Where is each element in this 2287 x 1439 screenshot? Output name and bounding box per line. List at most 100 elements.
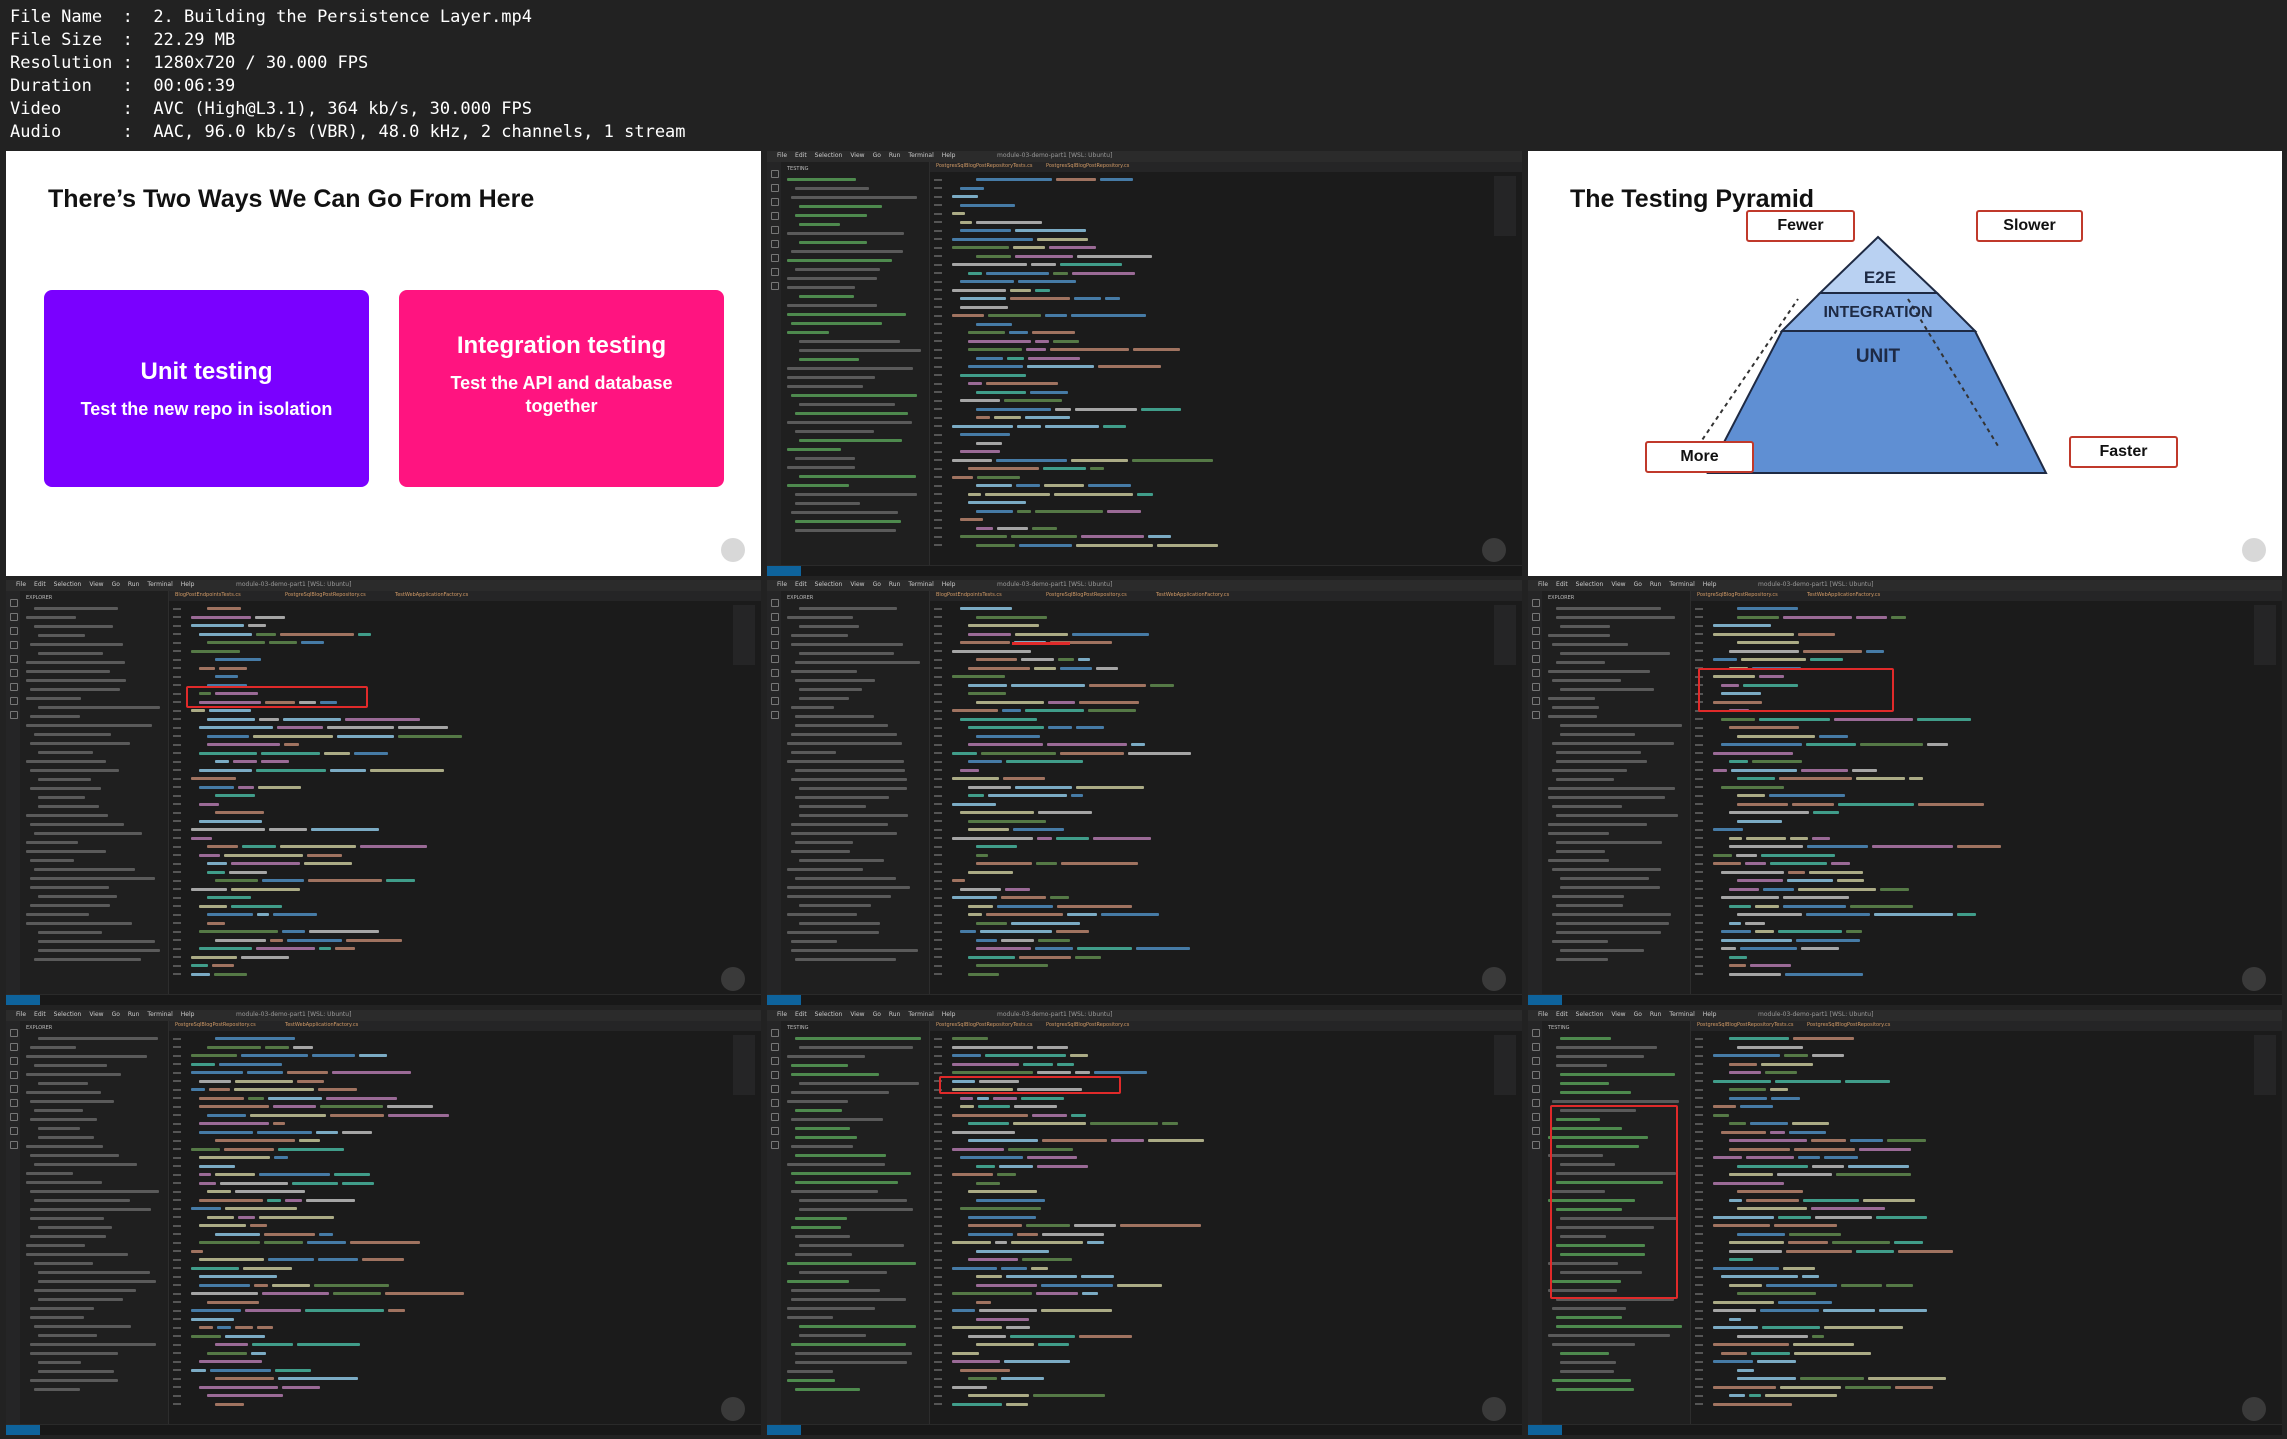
sidebar-tree-item[interactable] (1560, 724, 1682, 727)
sidebar-tree-item[interactable] (34, 832, 142, 835)
sidebar-tree-item[interactable] (795, 1037, 921, 1040)
menu-item[interactable]: Run (1650, 1011, 1662, 1018)
sidebar-tree-item[interactable] (1548, 1334, 1670, 1337)
sidebar-tree-item[interactable] (34, 1163, 137, 1166)
sidebar-tree-item[interactable] (26, 1253, 128, 1256)
remote-indicator[interactable] (6, 995, 40, 1005)
sidebar-tree-item[interactable] (38, 1037, 158, 1040)
activity-icon[interactable] (10, 655, 18, 663)
sidebar-tree-item[interactable] (795, 724, 888, 727)
sidebar-tree-item[interactable] (30, 823, 124, 826)
sidebar-tree-item[interactable] (791, 1226, 841, 1229)
minimap[interactable] (1494, 176, 1516, 236)
sidebar-tree-item[interactable] (791, 751, 836, 754)
sidebar-tree-item[interactable] (795, 1109, 842, 1112)
sidebar-tree-item[interactable] (30, 1154, 119, 1157)
thumbnail-slide-two-ways[interactable]: There’s Two Ways We Can Go From Here Uni… (6, 151, 761, 576)
sidebar-tree-item[interactable] (26, 760, 106, 763)
activity-icon[interactable] (1532, 1085, 1540, 1093)
sidebar-tree-item[interactable] (787, 448, 841, 451)
editor-tab[interactable]: PostgreSqlBlogPostRepository.cs (1046, 592, 1127, 600)
code-editor[interactable]: PostgreSqlBlogPostRepository.cs TestWebAp… (1691, 591, 2282, 995)
menu-item[interactable]: Go (873, 152, 881, 159)
sidebar-tree-item[interactable] (1552, 679, 1621, 682)
activity-icon[interactable] (771, 1127, 779, 1135)
sidebar-tree-item[interactable] (1560, 1082, 1609, 1085)
sidebar-tree-item[interactable] (1552, 1343, 1635, 1346)
activity-icon[interactable] (10, 1085, 18, 1093)
sidebar-tree-item[interactable] (799, 1082, 919, 1085)
activity-icon[interactable] (10, 1071, 18, 1079)
sidebar-tree-item[interactable] (38, 1280, 156, 1283)
sidebar-tree-item[interactable] (26, 850, 106, 853)
sidebar-tree-item[interactable] (30, 742, 130, 745)
menu-item[interactable]: Edit (1556, 581, 1568, 588)
sidebar-tree-item[interactable] (26, 1055, 147, 1058)
sidebar-tree-item[interactable] (34, 958, 141, 961)
menu-item[interactable]: Help (181, 1011, 195, 1018)
editor-tab[interactable]: PostgresSqlBlogPostRepository.cs (1046, 1022, 1129, 1030)
sidebar-tree-item[interactable] (795, 769, 905, 772)
sidebar-tree-item[interactable] (795, 214, 867, 217)
activity-icon[interactable] (771, 226, 779, 234)
sidebar-tree-item[interactable] (787, 286, 855, 289)
menu-item[interactable]: Selection (54, 1011, 82, 1018)
menu-item[interactable]: Go (112, 581, 120, 588)
activity-icon[interactable] (771, 627, 779, 635)
menu-item[interactable]: Help (942, 152, 956, 159)
sidebar-tree-item[interactable] (787, 367, 913, 370)
sidebar-tree-item[interactable] (1556, 922, 1669, 925)
sidebar-tree-item[interactable] (799, 904, 871, 907)
sidebar-tree-item[interactable] (1556, 841, 1662, 844)
sidebar-tree-item[interactable] (34, 733, 111, 736)
sidebar-tree-item[interactable] (1556, 760, 1647, 763)
sidebar-tree-item[interactable] (1556, 616, 1675, 619)
sidebar-tree-item[interactable] (791, 1118, 883, 1121)
sidebar-tree-item[interactable] (791, 850, 850, 853)
remote-indicator[interactable] (767, 566, 801, 576)
thumbnail-ide-test-tree[interactable]: File Edit Selection View Go Run Terminal Help mo… (1528, 1010, 2282, 1435)
activity-icon[interactable] (771, 1057, 779, 1065)
menu-item[interactable]: View (850, 581, 864, 588)
activity-icon[interactable] (771, 655, 779, 663)
sidebar-tree-item[interactable] (1552, 913, 1671, 916)
activity-icon[interactable] (10, 627, 18, 635)
sidebar-tree-item[interactable] (1552, 643, 1628, 646)
menu-item[interactable]: Help (181, 581, 195, 588)
sidebar-tree-item[interactable] (791, 511, 898, 514)
sidebar-tree-item[interactable] (795, 661, 920, 664)
sidebar-tree-item[interactable] (34, 868, 135, 871)
sidebar-tree-item[interactable] (791, 643, 903, 646)
minimap[interactable] (733, 1035, 755, 1095)
sidebar-tree-item[interactable] (38, 949, 160, 952)
editor-tab[interactable]: TestWebApplicationFactory.cs (395, 592, 468, 600)
activity-icon[interactable] (771, 711, 779, 719)
sidebar-tree-item[interactable] (34, 1064, 107, 1067)
sidebar-tree-item[interactable] (799, 358, 859, 361)
sidebar-tree-item[interactable] (1548, 796, 1665, 799)
sidebar-tree-item[interactable] (787, 259, 892, 262)
menu-item[interactable]: Terminal (1669, 1011, 1694, 1018)
menu-item[interactable]: Run (889, 1011, 901, 1018)
activity-icon[interactable] (10, 1127, 18, 1135)
sidebar-tree-item[interactable] (34, 1325, 131, 1328)
sidebar-tree-item[interactable] (30, 886, 109, 889)
sidebar-tree-item[interactable] (799, 922, 880, 925)
menu-item[interactable]: Go (1634, 581, 1642, 588)
menu-item[interactable]: Go (1634, 1011, 1642, 1018)
activity-icon[interactable] (771, 268, 779, 276)
sidebar-tree-item[interactable] (787, 1316, 833, 1319)
activity-icon[interactable] (771, 697, 779, 705)
sidebar-tree-item[interactable] (1552, 769, 1627, 772)
sidebar-tree-item[interactable] (791, 634, 848, 637)
sidebar-tree-item[interactable] (30, 1379, 118, 1382)
code-editor[interactable]: BlogPostEndpointsTests.cs PostgreSqlBlogP… (930, 591, 1522, 995)
sidebar-tree-item[interactable] (791, 940, 837, 943)
sidebar-tree-item[interactable] (799, 607, 897, 610)
sidebar-tree-item[interactable] (30, 904, 110, 907)
sidebar-tree-item[interactable] (1548, 634, 1610, 637)
sidebar-tree-item[interactable] (34, 625, 113, 628)
sidebar-tree-item[interactable] (1552, 868, 1661, 871)
sidebar-tree-item[interactable] (799, 1046, 913, 1049)
editor-tab[interactable]: PostgresSqlBlogPostRepositoryTests.cs (936, 163, 1033, 171)
